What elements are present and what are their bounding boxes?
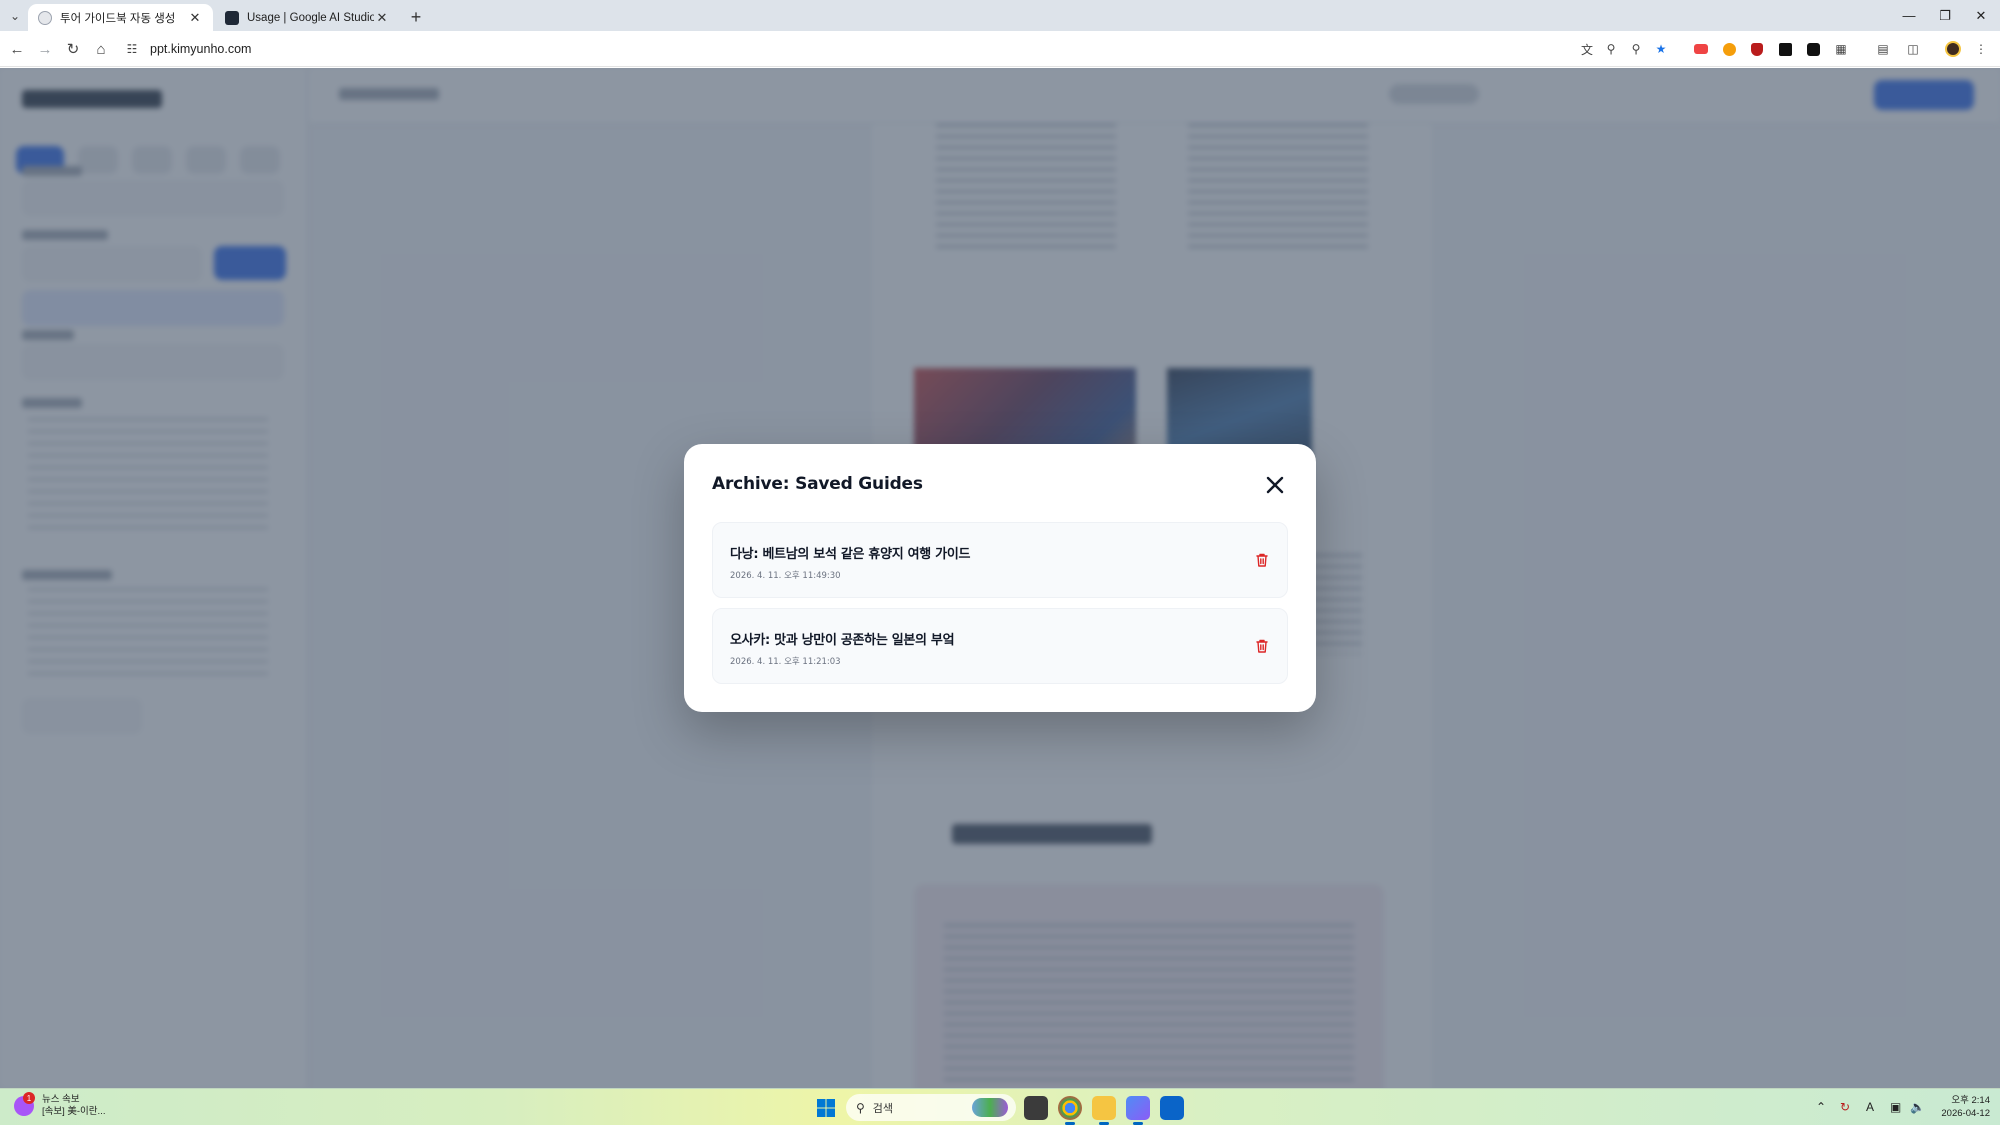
home-icon[interactable]: ⌂ bbox=[90, 38, 112, 60]
modal-title: Archive: Saved Guides bbox=[712, 474, 923, 494]
new-tab-plus-icon[interactable]: + bbox=[405, 6, 427, 28]
clock-time: 오후 2:14 bbox=[1951, 1095, 1990, 1106]
saved-guide-item[interactable]: 다낭: 베트남의 보석 같은 휴양지 여행 가이드 2026. 4. 11. 오… bbox=[712, 522, 1288, 598]
search-placeholder: 검색 bbox=[872, 1102, 894, 1115]
back-arrow-icon[interactable]: ← bbox=[6, 38, 28, 60]
taskbar-search[interactable]: ⚲ 검색 bbox=[846, 1094, 1016, 1121]
windows-start-icon[interactable] bbox=[816, 1098, 836, 1118]
guide-title: 오사카: 맛과 낭만이 공존하는 일본의 부엌 bbox=[730, 633, 955, 648]
extensions-puzzle-icon[interactable]: ▦ bbox=[1832, 40, 1850, 58]
chatgpt-extension-icon[interactable] bbox=[1804, 40, 1822, 58]
trash-icon[interactable] bbox=[1253, 551, 1271, 569]
url-text[interactable]: ppt.kimyunho.com bbox=[150, 42, 251, 56]
tab-ai-studio-usage[interactable]: Usage | Google AI Studio ✕ bbox=[215, 4, 400, 31]
guide-saved-date: 2026. 4. 11. 오후 11:21:03 bbox=[730, 657, 841, 667]
news-subtitle: [속보] 美-이란... bbox=[42, 1106, 106, 1117]
tab-tour-guidebook[interactable]: 투어 가이드북 자동 생성 ✕ bbox=[28, 4, 213, 31]
chrome-icon[interactable] bbox=[1058, 1096, 1082, 1125]
chevron-up-icon[interactable]: ⌃ bbox=[1816, 1100, 1826, 1114]
translate-icon[interactable]: 文 bbox=[1578, 40, 1596, 58]
file-explorer-icon[interactable] bbox=[1092, 1096, 1116, 1125]
news-text: 뉴스 속보 [속보] 美-이란... bbox=[42, 1094, 105, 1118]
forward-arrow-icon[interactable]: → bbox=[34, 38, 56, 60]
globe-icon bbox=[38, 10, 52, 25]
system-clock[interactable]: 오후 2:14 2026-04-12 bbox=[1930, 1094, 1990, 1120]
profile-avatar-icon[interactable] bbox=[1944, 40, 1962, 58]
clock-date: 2026-04-12 bbox=[1941, 1108, 1990, 1119]
kebab-menu-icon[interactable]: ⋮ bbox=[1972, 40, 1990, 58]
ai-studio-icon bbox=[225, 10, 239, 25]
news-title: 뉴스 속보 bbox=[42, 1094, 80, 1105]
youtube-extension-icon[interactable] bbox=[1692, 40, 1710, 58]
search-highlight-image bbox=[972, 1098, 1008, 1117]
split-view-icon[interactable]: ◫ bbox=[1904, 40, 1922, 58]
search-icon: ⚲ bbox=[856, 1100, 865, 1115]
windows-taskbar: 1 뉴스 속보 [속보] 美-이란... ⚲ 검색 ⌃ ↻ A ▣ 🔈 오후 2… bbox=[0, 1088, 2000, 1125]
trash-icon[interactable] bbox=[1253, 637, 1271, 655]
gemini-icon[interactable] bbox=[1126, 1096, 1150, 1125]
close-icon[interactable] bbox=[1264, 474, 1286, 496]
password-key-icon[interactable]: ⚲ bbox=[1602, 40, 1620, 58]
tab-title: Usage | Google AI Studio bbox=[247, 11, 374, 24]
cookie-extension-icon[interactable] bbox=[1720, 40, 1738, 58]
window-close-icon[interactable]: ✕ bbox=[1958, 0, 2000, 31]
archive-modal: Archive: Saved Guides 다낭: 베트남의 보석 같은 휴양지… bbox=[684, 444, 1316, 712]
close-icon[interactable]: ✕ bbox=[374, 10, 390, 26]
notification-badge: 1 bbox=[23, 1092, 35, 1104]
guide-saved-date: 2026. 4. 11. 오후 11:49:30 bbox=[730, 571, 841, 581]
tab-title: 투어 가이드북 자동 생성 bbox=[60, 12, 176, 25]
browser-tab-strip: ⌄ 투어 가이드북 자동 생성 ✕ Usage | Google AI Stud… bbox=[0, 0, 2000, 31]
zoom-icon[interactable]: ⚲ bbox=[1627, 40, 1645, 58]
guide-title: 다낭: 베트남의 보석 같은 휴양지 여행 가이드 bbox=[730, 547, 971, 562]
tab-search-icon[interactable]: ⌄ bbox=[4, 5, 26, 27]
shield-extension-icon[interactable] bbox=[1748, 40, 1766, 58]
notebook-extension-icon[interactable] bbox=[1776, 40, 1794, 58]
outlook-icon[interactable] bbox=[1160, 1096, 1184, 1120]
volume-icon[interactable]: 🔈 bbox=[1910, 1100, 1925, 1114]
reload-icon[interactable]: ↻ bbox=[62, 38, 84, 60]
saved-guide-item[interactable]: 오사카: 맛과 낭만이 공존하는 일본의 부엌 2026. 4. 11. 오후 … bbox=[712, 608, 1288, 684]
address-bar[interactable]: ☷ ppt.kimyunho.com bbox=[124, 35, 1594, 63]
bookmark-star-icon[interactable]: ★ bbox=[1652, 40, 1670, 58]
ime-a-icon[interactable]: A bbox=[1866, 1100, 1874, 1114]
task-view-icon[interactable] bbox=[1024, 1096, 1048, 1120]
network-icon[interactable]: ▣ bbox=[1890, 1100, 1901, 1114]
sync-icon[interactable]: ↻ bbox=[1840, 1100, 1850, 1114]
news-widget[interactable]: 1 뉴스 속보 [속보] 美-이란... bbox=[14, 1092, 105, 1118]
reading-list-icon[interactable]: ▤ bbox=[1874, 40, 1892, 58]
news-icon: 1 bbox=[14, 1092, 35, 1116]
site-settings-icon[interactable]: ☷ bbox=[124, 41, 140, 57]
close-icon[interactable]: ✕ bbox=[187, 10, 203, 26]
